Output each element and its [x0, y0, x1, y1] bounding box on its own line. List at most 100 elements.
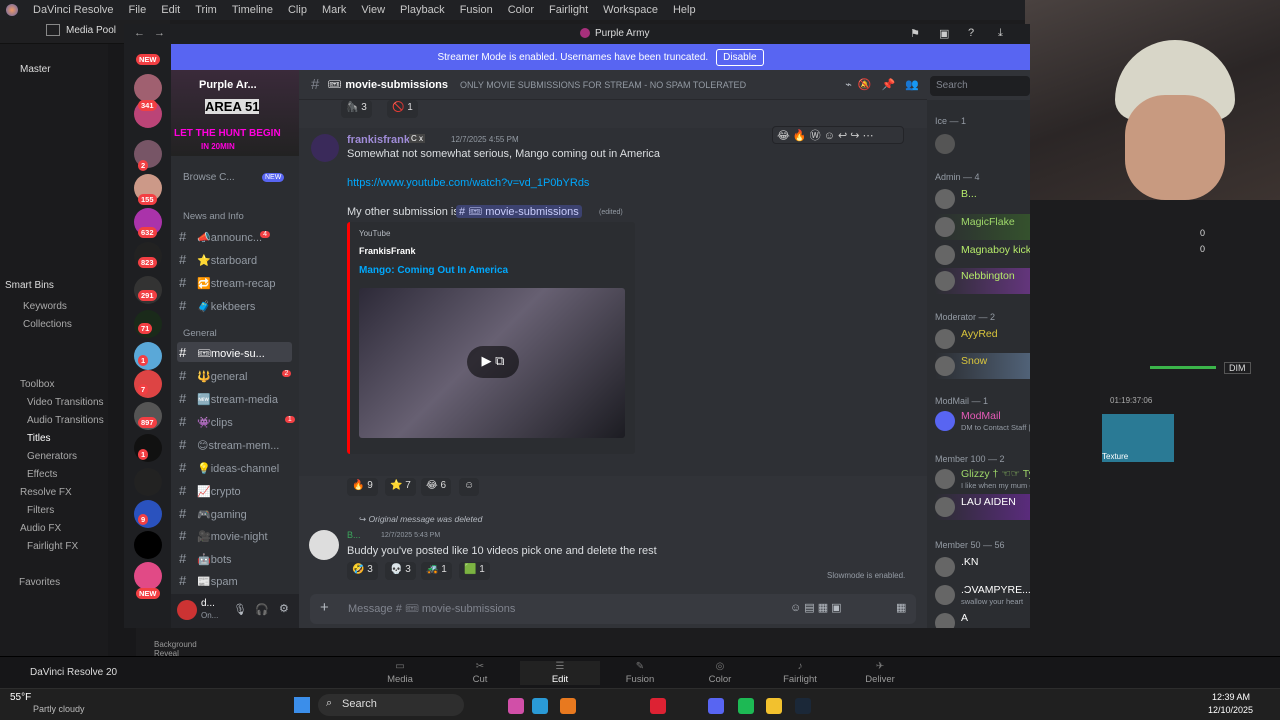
menu-fairlight[interactable]: Fairlight [549, 4, 588, 16]
collections-bin[interactable]: Collections [23, 319, 72, 330]
browse-channels[interactable]: Browse C... [183, 172, 235, 183]
message-action-bar[interactable]: 😂 🔥 Ⓦ ☺ ↩ ↪ ⋯ [772, 126, 904, 144]
menu-fusion[interactable]: Fusion [460, 4, 493, 16]
reaction[interactable]: 🤣 3 [347, 562, 378, 580]
steam-icon[interactable] [795, 698, 811, 714]
user-avatar[interactable] [177, 600, 197, 620]
clock-time[interactable]: 12:39 AM [1212, 692, 1250, 702]
channel-crypto[interactable]: # 📈crypto [179, 483, 241, 498]
keywords-bin[interactable]: Keywords [23, 301, 67, 312]
youtube-link[interactable]: https://www.youtube.com/watch?v=vd_1P0bY… [347, 177, 589, 189]
page-color[interactable]: ◎ Color [680, 661, 760, 685]
reaction[interactable]: 🟩 1 [459, 562, 490, 580]
param-value-a[interactable]: 0 [1200, 228, 1205, 238]
avatar[interactable] [935, 134, 955, 154]
channel-kekbeers[interactable]: # 🧳kekbeers [179, 298, 255, 313]
toolbox-item[interactable]: Toolbox [20, 379, 54, 390]
category-general[interactable]: General [183, 328, 217, 339]
folder-icon[interactable] [766, 698, 782, 714]
menu-timeline[interactable]: Timeline [232, 4, 273, 16]
mute-bell-icon[interactable]: 🔕 [858, 78, 872, 91]
generators-item[interactable]: Generators [27, 451, 77, 462]
spotify-icon[interactable] [738, 698, 754, 714]
titles-item[interactable]: Titles [27, 433, 51, 444]
menu-playback[interactable]: Playback [400, 4, 445, 16]
weather-temp[interactable]: 55°F [10, 692, 31, 703]
avatar[interactable] [311, 134, 339, 162]
channel-clips[interactable]: # 👾clips 1 [179, 414, 295, 429]
channel-general[interactable]: # 🔱general 2 [179, 368, 292, 383]
page-cut[interactable]: ✂ Cut [440, 661, 520, 685]
clock-date[interactable]: 12/10/2025 [1208, 705, 1253, 715]
reaction-top[interactable]: 🦍 3 [341, 100, 372, 118]
message-author[interactable]: frankisfrank [347, 134, 410, 146]
firefox-icon[interactable] [560, 698, 576, 714]
help-icon[interactable]: ? [968, 27, 974, 39]
resolve-fx-item[interactable]: Resolve FX [20, 487, 72, 498]
member-100[interactable]: LAU AIDEN [935, 494, 1030, 520]
screen-icon[interactable]: ▣ [939, 27, 949, 40]
mic-icon[interactable]: 🎙 [233, 603, 247, 616]
guild-icon[interactable] [134, 74, 162, 102]
menu-view[interactable]: View [361, 4, 385, 16]
embed-title[interactable]: Mango: Coming Out In America [359, 265, 508, 276]
play-icon[interactable]: ▶ ⧉ [467, 346, 519, 378]
menu-file[interactable]: File [129, 4, 147, 16]
menu-trim[interactable]: Trim [195, 4, 217, 16]
menu-app[interactable]: DaVinci Resolve [33, 4, 114, 16]
weather-desc[interactable]: Partly cloudy [33, 704, 85, 714]
avatar[interactable] [309, 530, 339, 560]
param-value-b[interactable]: 0 [1200, 244, 1205, 254]
app-icon[interactable] [650, 698, 666, 714]
guild-icon[interactable] [134, 500, 162, 528]
members-icon[interactable]: 👥 [905, 78, 919, 91]
server-banner[interactable]: Purple Ar... AREA 51 LET THE HUNT BEGIN … [171, 70, 299, 156]
flag-icon[interactable]: ⚑ [910, 27, 920, 40]
disable-streamer-mode-button[interactable]: Disable [716, 48, 764, 66]
reaction-fire[interactable]: 🔥 9 [347, 478, 378, 496]
guild-icon[interactable] [134, 531, 162, 559]
channel-stream-memes[interactable]: # 😊stream-mem... [179, 437, 279, 452]
gift-icon[interactable]: ☺ ▤ ▦ ▣ [790, 601, 842, 614]
reaction-star[interactable]: ⭐ 7 [385, 478, 416, 496]
page-fusion[interactable]: ✎ Fusion [600, 661, 680, 685]
channel-movie-night[interactable]: # 🎥movie-night [179, 528, 268, 543]
fairlight-fx-item[interactable]: Fairlight FX [27, 541, 78, 552]
page-deliver[interactable]: ✈ Deliver [840, 661, 920, 685]
pin-icon[interactable]: 📌 [882, 78, 896, 91]
page-fairlight[interactable]: ♪ Fairlight [760, 661, 840, 685]
channel-bots[interactable]: # 🤖bots [179, 551, 232, 566]
search-field[interactable]: Search [930, 76, 1030, 96]
audio-transitions-item[interactable]: Audio Transitions [27, 415, 104, 426]
menu-clip[interactable]: Clip [288, 4, 307, 16]
headphones-icon[interactable]: 🎧 [255, 603, 269, 616]
filters-item[interactable]: Filters [27, 505, 54, 516]
channel-starboard[interactable]: # ⭐starboard [179, 252, 257, 267]
menu-workspace[interactable]: Workspace [603, 4, 658, 16]
reaction[interactable]: 💀 3 [385, 562, 416, 580]
channel-announcements[interactable]: # 📣announc... 4 [179, 229, 271, 244]
embed-author[interactable]: FrankisFrank [359, 246, 416, 256]
channel-ideas[interactable]: # 💡ideas-channel [179, 460, 279, 475]
reaction-laugh[interactable]: 😂 6 [421, 478, 452, 496]
channel-mention[interactable]: # 🎟 movie-submissions [456, 205, 582, 218]
forward-arrow-icon[interactable]: → [154, 27, 165, 39]
channel-spam[interactable]: # 📰spam [179, 573, 238, 588]
message-author[interactable]: B... [347, 530, 361, 540]
apps-icon[interactable]: ▦ [896, 601, 906, 614]
page-media[interactable]: ▭ Media [360, 661, 440, 685]
category-news[interactable]: News and Info [183, 211, 244, 222]
guild-icon[interactable] [134, 370, 162, 398]
windows-start-icon[interactable] [294, 697, 310, 713]
audio-fx-item[interactable]: Audio FX [20, 523, 61, 534]
channel-topic[interactable]: ONLY MOVIE SUBMISSIONS FOR STREAM - NO S… [460, 80, 746, 90]
video-transitions-item[interactable]: Video Transitions [27, 397, 104, 408]
edge-icon[interactable] [532, 698, 548, 714]
channel-gaming[interactable]: # 🎮gaming [179, 506, 247, 521]
threads-icon[interactable]: ⌁ [845, 78, 852, 91]
dim-button[interactable]: DIM [1224, 362, 1251, 374]
add-attachment-icon[interactable]: + [320, 599, 329, 616]
taskbar-search[interactable]: Search [318, 694, 464, 716]
member-moderator[interactable]: Snow [935, 353, 1030, 379]
back-arrow-icon[interactable]: ← [134, 27, 145, 39]
